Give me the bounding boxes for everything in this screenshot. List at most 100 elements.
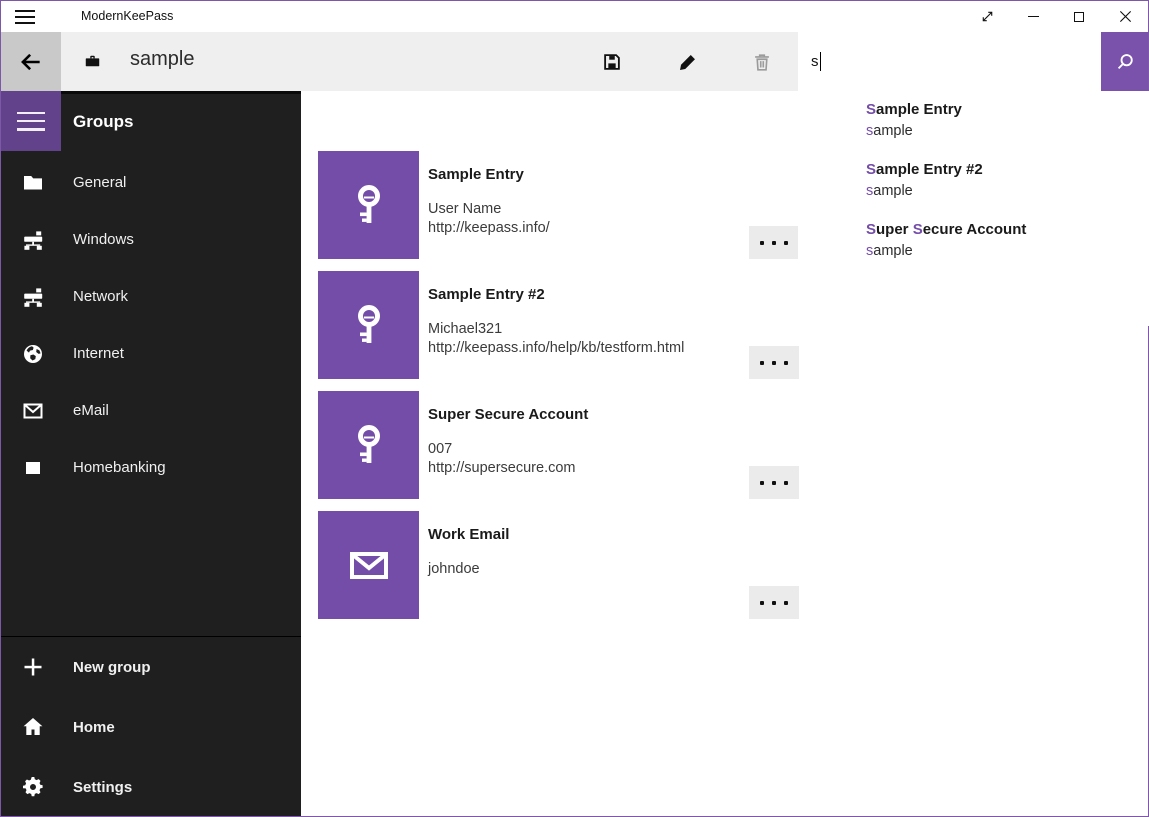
sidebar-item-new-group[interactable]: New group — [1, 637, 301, 697]
back-arrow-icon — [18, 49, 44, 75]
title-bar: ModernKeePass — [1, 1, 1148, 32]
entry-text: Sample Entry #2 Michael321 http://keepas… — [428, 271, 684, 356]
sidebar-item-label: Homebanking — [73, 459, 166, 476]
sidebar: Groups General Windows Network Internet … — [1, 91, 301, 816]
entry-more-button[interactable] — [749, 226, 799, 259]
envelope-icon — [345, 541, 393, 589]
search-suggestion-item[interactable]: Sample Entry sample — [866, 100, 1149, 160]
search-input[interactable]: s — [798, 32, 1101, 91]
match-highlight: S — [866, 161, 876, 178]
groups-heading: Groups — [73, 112, 133, 132]
suggestion-subtitle: sample — [866, 121, 1149, 141]
save-button[interactable] — [589, 32, 635, 91]
folder-icon — [21, 171, 45, 195]
entry-row[interactable]: Super Secure Account 007 http://supersec… — [301, 391, 1148, 511]
sidebar-item-email[interactable]: eMail — [1, 382, 301, 439]
minimize-icon — [1028, 16, 1039, 17]
entry-title: Work Email — [428, 526, 509, 543]
ellipsis-icon — [760, 481, 764, 485]
sidebar-top-divider — [61, 91, 301, 94]
sidebar-item-label: eMail — [73, 402, 109, 419]
entry-url: http://keepass.info/ — [428, 220, 550, 236]
sidebar-item-label: Settings — [73, 779, 132, 796]
app-window: ModernKeePass sample s Groups General Wi… — [0, 0, 1149, 817]
match-highlight: S — [913, 221, 923, 238]
entry-tile[interactable] — [318, 391, 419, 499]
suggestion-subtitle: sample — [866, 241, 1149, 261]
magnifier-icon — [1114, 51, 1136, 73]
sidebar-item-network[interactable]: Network — [1, 268, 301, 325]
minimize-button[interactable] — [1010, 1, 1056, 32]
network-icon — [21, 228, 45, 252]
entry-text: Sample Entry User Name http://keepass.in… — [428, 151, 550, 236]
delete-button[interactable] — [739, 32, 785, 91]
sidebar-item-internet[interactable]: Internet — [1, 325, 301, 382]
back-button[interactable] — [1, 32, 61, 91]
search-suggestion-item[interactable]: Sample Entry #2 sample — [866, 160, 1149, 220]
sidebar-item-settings[interactable]: Settings — [1, 757, 301, 817]
window-controls — [964, 1, 1148, 32]
square-icon — [21, 456, 45, 480]
match-highlight: S — [866, 101, 876, 118]
entry-username: 007 — [428, 441, 588, 457]
suggestion-subtitle: sample — [866, 181, 1149, 201]
sidebar-item-label: General — [73, 174, 126, 191]
entry-text: Work Email johndoe — [428, 511, 509, 577]
entry-url: http://keepass.info/help/kb/testform.htm… — [428, 340, 684, 356]
entry-tile[interactable] — [318, 271, 419, 379]
entry-username: User Name — [428, 201, 550, 217]
fullscreen-button[interactable] — [964, 1, 1010, 32]
groups-list: General Windows Network Internet eMail H… — [1, 154, 301, 496]
sidebar-item-label: Internet — [73, 345, 124, 362]
search-button[interactable] — [1101, 32, 1148, 91]
edit-button[interactable] — [665, 32, 711, 91]
entry-row[interactable]: Work Email johndoe — [301, 511, 1148, 631]
close-icon — [1118, 9, 1133, 24]
sidebar-item-general[interactable]: General — [1, 154, 301, 211]
suggestion-title: Sample Entry #2 — [866, 160, 1149, 180]
database-title: sample — [130, 48, 194, 71]
trash-icon — [751, 51, 773, 73]
sidebar-item-label: Home — [73, 719, 115, 736]
entry-title: Sample Entry #2 — [428, 286, 684, 303]
entry-tile[interactable] — [318, 511, 419, 619]
mail-icon — [21, 399, 45, 423]
plus-icon — [21, 655, 45, 679]
sidebar-item-label: Windows — [73, 231, 134, 248]
sidebar-item-label: New group — [73, 659, 151, 676]
maximize-icon — [1074, 12, 1084, 22]
briefcase-icon — [83, 52, 102, 71]
globe-icon — [21, 342, 45, 366]
sidebar-item-label: Network — [73, 288, 128, 305]
gear-icon — [21, 775, 45, 799]
key-icon — [345, 421, 393, 469]
entry-more-button[interactable] — [749, 466, 799, 499]
maximize-button[interactable] — [1056, 1, 1102, 32]
entry-more-button[interactable] — [749, 586, 799, 619]
save-icon — [601, 51, 623, 73]
hamburger-icon — [17, 112, 45, 131]
entry-text: Super Secure Account 007 http://supersec… — [428, 391, 588, 476]
network-icon — [21, 285, 45, 309]
sidebar-item-homebanking[interactable]: Homebanking — [1, 439, 301, 496]
sidebar-item-home[interactable]: Home — [1, 697, 301, 757]
sidebar-item-windows[interactable]: Windows — [1, 211, 301, 268]
key-icon — [345, 301, 393, 349]
text-caret — [820, 52, 822, 71]
entry-title: Sample Entry — [428, 166, 550, 183]
ellipsis-icon — [760, 601, 764, 605]
titlebar-hamburger-icon — [15, 10, 35, 24]
search-suggestions: Sample Entry sample Sample Entry #2 samp… — [798, 91, 1149, 326]
entry-more-button[interactable] — [749, 346, 799, 379]
entry-tile[interactable] — [318, 151, 419, 259]
ellipsis-icon — [760, 241, 764, 245]
close-button[interactable] — [1102, 1, 1148, 32]
key-icon — [345, 181, 393, 229]
ellipsis-icon — [760, 361, 764, 365]
entry-url: http://supersecure.com — [428, 460, 588, 476]
entry-title: Super Secure Account — [428, 406, 588, 423]
search-suggestion-item[interactable]: Super Secure Account sample — [866, 220, 1149, 280]
app-title: ModernKeePass — [81, 9, 173, 23]
match-highlight: S — [866, 221, 876, 238]
sidebar-hamburger-button[interactable] — [1, 91, 61, 151]
